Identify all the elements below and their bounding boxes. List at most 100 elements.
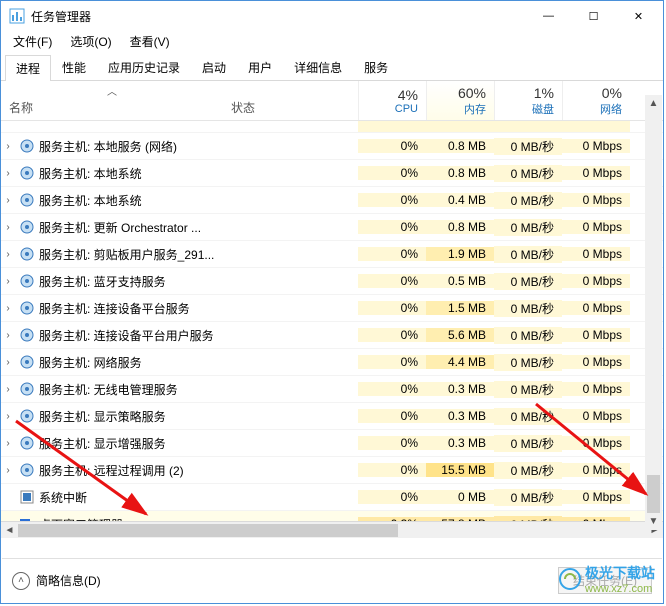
expand-icon[interactable]: › [1,141,15,152]
expand-icon[interactable]: › [1,438,15,449]
table-row[interactable]: ›服务主机: 剪贴板用户服务_291...0%1.9 MB0 MB/秒0 Mbp… [1,241,663,268]
expand-icon[interactable]: › [1,276,15,287]
scroll-down-icon[interactable]: ▼ [645,513,662,530]
disk-value: 0 MB/秒 [494,489,562,506]
expand-icon[interactable]: › [1,357,15,368]
process-icon [19,381,35,397]
table-row[interactable]: 桌面窗口管理器0.3%57.8 MB0 MB/秒0 Mbps [1,511,663,521]
tab-performance[interactable]: 性能 [51,54,97,80]
expand-icon[interactable]: › [1,249,15,260]
column-name[interactable]: ︿ 名称 [1,81,223,120]
column-status[interactable]: 状态 [223,81,358,120]
network-value: 0 Mbps [562,409,630,423]
sort-indicator-icon: ︿ [107,83,117,98]
tab-strip: 进程 性能 应用历史记录 启动 用户 详细信息 服务 [1,54,663,81]
table-row-partial [1,121,663,133]
column-network[interactable]: 0% 网络 [562,81,630,120]
table-row[interactable]: ›服务主机: 连接设备平台服务0%1.5 MB0 MB/秒0 Mbps [1,295,663,322]
disk-value: 0 MB/秒 [494,462,562,479]
title-bar[interactable]: 任务管理器 — ☐ ✕ [1,1,663,31]
table-row[interactable]: ›服务主机: 蓝牙支持服务0%0.5 MB0 MB/秒0 Mbps [1,268,663,295]
minimize-button[interactable]: — [526,1,571,31]
network-value: 0 Mbps [562,220,630,234]
fewer-details-label: 简略信息(D) [36,572,101,589]
network-value: 0 Mbps [562,490,630,504]
table-row[interactable]: ›服务主机: 显示增强服务0%0.3 MB0 MB/秒0 Mbps [1,430,663,457]
expand-icon[interactable]: › [1,195,15,206]
memory-value: 15.5 MB [426,463,494,477]
disk-value: 0 MB/秒 [494,408,562,425]
hscroll-thumb[interactable] [18,524,398,537]
expand-icon[interactable]: › [1,222,15,233]
memory-value: 1.5 MB [426,301,494,315]
table-row[interactable]: ›服务主机: 远程过程调用 (2)0%15.5 MB0 MB/秒0 Mbps [1,457,663,484]
cpu-value: 0% [358,220,426,234]
network-label: 网络 [600,101,622,117]
process-icon [19,489,35,505]
scroll-up-icon[interactable]: ▲ [645,95,662,112]
tab-users[interactable]: 用户 [237,54,283,80]
fewer-details-button[interactable]: ˄ 简略信息(D) [12,572,101,590]
memory-value: 0.8 MB [426,220,494,234]
network-value: 0 Mbps [562,436,630,450]
tab-details[interactable]: 详细信息 [283,54,353,80]
table-row[interactable]: ›服务主机: 本地系统0%0.4 MB0 MB/秒0 Mbps [1,187,663,214]
process-name: 服务主机: 显示增强服务 [39,435,223,452]
expand-icon[interactable]: › [1,330,15,341]
table-row[interactable]: ›服务主机: 本地服务 (网络)0%0.8 MB0 MB/秒0 Mbps [1,133,663,160]
end-task-button[interactable]: 结束任务(E) [558,567,652,594]
menu-file[interactable]: 文件(F) [5,31,60,52]
table-row[interactable]: ›服务主机: 显示策略服务0%0.3 MB0 MB/秒0 Mbps [1,403,663,430]
cpu-value: 0% [358,247,426,261]
tab-services[interactable]: 服务 [353,54,399,80]
disk-value: 0 MB/秒 [494,165,562,182]
process-name: 服务主机: 显示策略服务 [39,408,223,425]
network-value: 0 Mbps [562,355,630,369]
process-name: 服务主机: 蓝牙支持服务 [39,273,223,290]
tab-history[interactable]: 应用历史记录 [97,54,191,80]
disk-value: 0 MB/秒 [494,273,562,290]
table-row[interactable]: ›服务主机: 网络服务0%4.4 MB0 MB/秒0 Mbps [1,349,663,376]
expand-icon[interactable]: › [1,465,15,476]
memory-percent: 60% [458,85,486,101]
table-row[interactable]: 系统中断0%0 MB0 MB/秒0 Mbps [1,484,663,511]
window-title: 任务管理器 [31,8,526,25]
network-value: 0 Mbps [562,274,630,288]
disk-value: 0 MB/秒 [494,354,562,371]
horizontal-scrollbar[interactable]: ◄ ► [1,521,663,538]
cpu-value: 0% [358,490,426,504]
disk-value: 0 MB/秒 [494,246,562,263]
vertical-scrollbar[interactable]: ▲ ▼ [645,95,662,530]
maximize-button[interactable]: ☐ [571,1,616,31]
chevron-up-icon: ˄ [12,572,30,590]
tab-processes[interactable]: 进程 [5,55,51,81]
table-row[interactable]: › 服务主机: 更新 Orchestrator ... 0%0.8 MB0 MB/秒… [1,214,663,241]
network-value: 0 Mbps [562,193,630,207]
memory-label: 内存 [464,101,486,117]
tab-startup[interactable]: 启动 [191,54,237,80]
network-value: 0 Mbps [562,166,630,180]
process-icon [19,408,35,424]
cpu-value: 0% [358,166,426,180]
process-icon [19,165,35,181]
table-row[interactable]: ›服务主机: 无线电管理服务0%0.3 MB0 MB/秒0 Mbps [1,376,663,403]
process-list[interactable]: ›服务主机: 本地服务 (网络)0%0.8 MB0 MB/秒0 Mbps›服务主… [1,121,663,521]
column-cpu[interactable]: 4% CPU [358,81,426,120]
scroll-left-icon[interactable]: ◄ [1,522,18,539]
expand-icon[interactable]: › [1,303,15,314]
menu-view[interactable]: 查看(V) [122,31,178,52]
table-row[interactable]: ›服务主机: 连接设备平台用户服务0%5.6 MB0 MB/秒0 Mbps [1,322,663,349]
column-memory[interactable]: 60% 内存 [426,81,494,120]
disk-value: 0 MB/秒 [494,219,562,236]
expand-icon[interactable]: › [1,384,15,395]
close-button[interactable]: ✕ [616,1,661,31]
process-name: 服务主机: 更新 Orchestrator ... [39,219,223,236]
expand-icon[interactable]: › [1,168,15,179]
vscroll-thumb[interactable] [647,475,660,513]
column-disk[interactable]: 1% 磁盘 [494,81,562,120]
table-row[interactable]: ›服务主机: 本地系统0%0.8 MB0 MB/秒0 Mbps [1,160,663,187]
process-icon [19,273,35,289]
expand-icon[interactable]: › [1,411,15,422]
menu-options[interactable]: 选项(O) [62,31,119,52]
process-name: 服务主机: 远程过程调用 (2) [39,462,223,479]
